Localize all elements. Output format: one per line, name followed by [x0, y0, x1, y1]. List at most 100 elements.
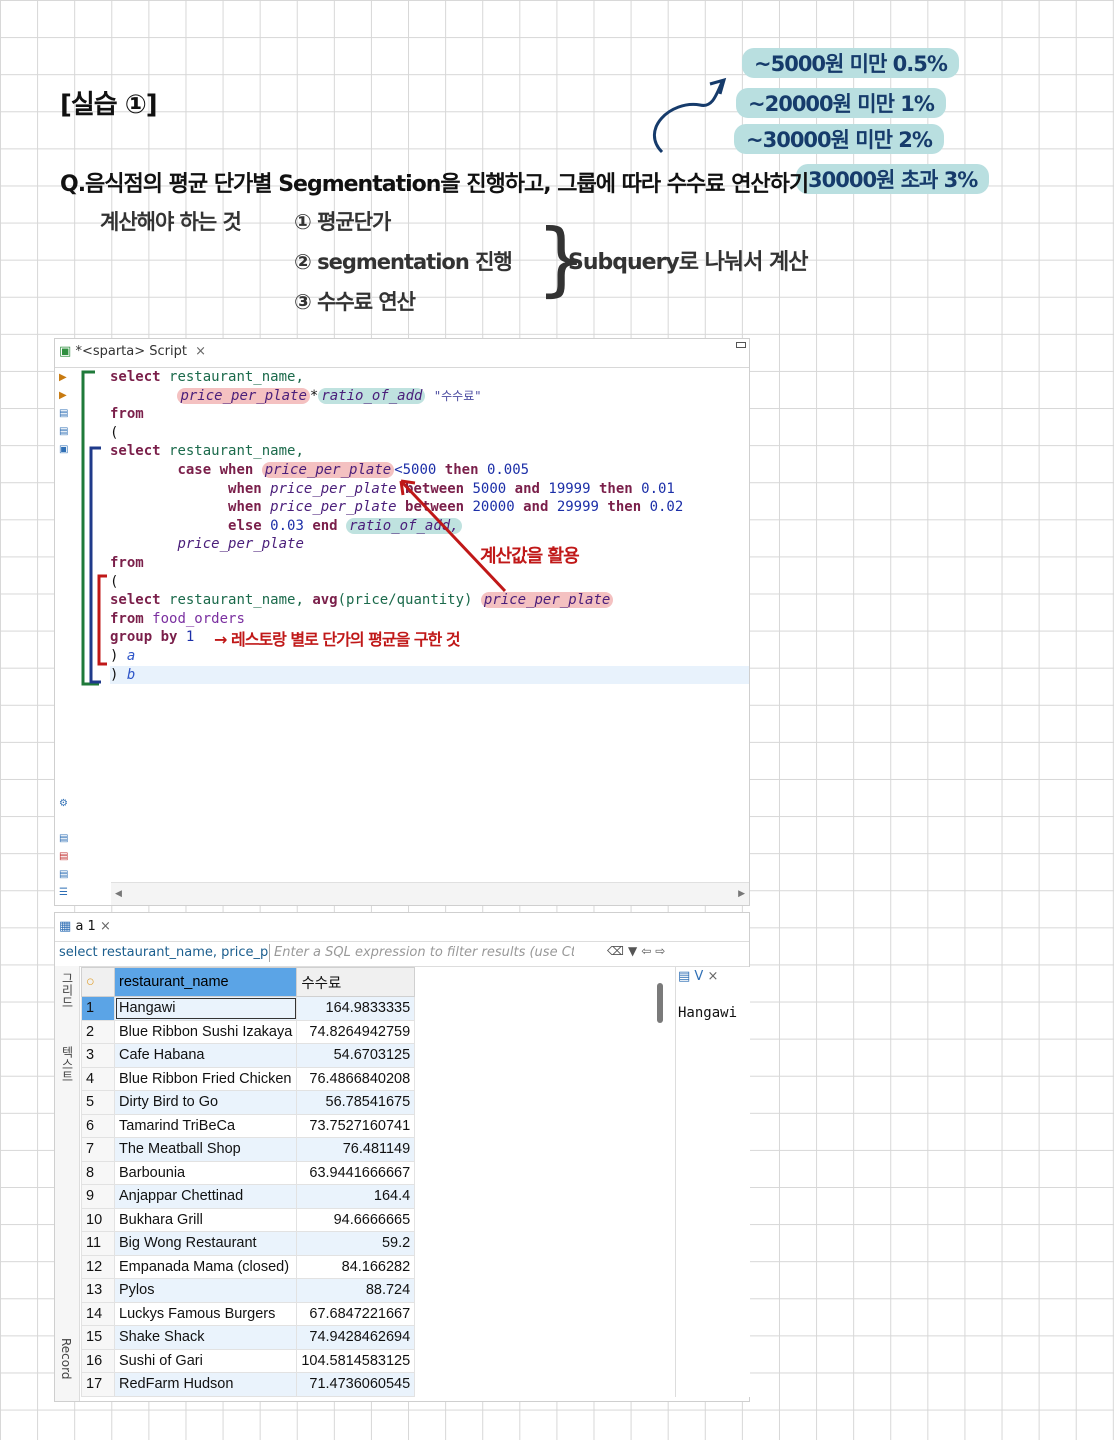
cell-fee[interactable]: 67.6847221667 [296, 1301, 416, 1326]
cell-fee[interactable]: 63.9441666667 [296, 1160, 416, 1185]
row-number[interactable]: 8 [81, 1160, 115, 1185]
cell-fee[interactable]: 74.9428462694 [296, 1325, 416, 1350]
cell-restaurant-name[interactable]: Hangawi [113, 996, 298, 1021]
row-number[interactable]: 6 [81, 1113, 115, 1138]
cell-restaurant-name[interactable]: Sushi of Gari [113, 1348, 298, 1373]
cell-restaurant-name[interactable]: Big Wong Restaurant [113, 1231, 298, 1256]
cell-fee[interactable]: 76.481149 [296, 1137, 416, 1162]
table-row[interactable]: 5 Dirty Bird to Go 56.78541675 [81, 1090, 416, 1115]
cell-fee[interactable]: 54.6703125 [296, 1043, 416, 1068]
minimize-button[interactable] [736, 342, 746, 348]
cell-restaurant-name[interactable]: Barbounia [113, 1160, 298, 1185]
table-row[interactable]: 9 Anjappar Chettinad 164.4 [81, 1184, 416, 1209]
output-icon[interactable]: ▣ [59, 444, 69, 455]
cell-restaurant-name[interactable]: Bukhara Grill [113, 1207, 298, 1232]
row-number[interactable]: 11 [81, 1231, 115, 1256]
row-number[interactable]: 7 [81, 1137, 115, 1162]
table-row[interactable]: 6 Tamarind TriBeCa 73.7527160741 [81, 1113, 416, 1138]
run-icon[interactable]: ▶ [59, 372, 69, 383]
column-header-fee[interactable]: 수수료 [296, 967, 416, 997]
table-row[interactable]: 13 Pylos 88.724 [81, 1278, 416, 1303]
row-number[interactable]: 5 [81, 1090, 115, 1115]
row-number[interactable]: 15 [81, 1325, 115, 1350]
cell-fee[interactable]: 74.8264942759 [296, 1019, 416, 1044]
cell-fee[interactable]: 164.9833335 [296, 996, 416, 1021]
table-row[interactable]: 16 Sushi of Gari 104.5814583125 [81, 1348, 416, 1373]
table-row[interactable]: 1 Hangawi 164.9833335 [81, 996, 416, 1021]
save-icon[interactable]: ▤ [59, 851, 69, 862]
table-row[interactable]: 2 Blue Ribbon Sushi Izakaya 74.8264942759 [81, 1019, 416, 1044]
tab-script[interactable]: ▣ *<sparta> Script × [59, 344, 206, 359]
cell-fee[interactable]: 88.724 [296, 1278, 416, 1303]
cell-fee[interactable]: 73.7527160741 [296, 1113, 416, 1138]
filter-icon[interactable]: ▼ [628, 944, 641, 958]
cell-restaurant-name[interactable]: Dirty Bird to Go [113, 1090, 298, 1115]
cell-fee[interactable]: 76.4866840208 [296, 1066, 416, 1091]
text-view-tab[interactable]: 텍스트 [59, 1046, 76, 1082]
cell-restaurant-name[interactable]: Anjappar Chettinad [113, 1184, 298, 1209]
table-row[interactable]: 11 Big Wong Restaurant 59.2 [81, 1231, 416, 1256]
cell-fee[interactable]: 56.78541675 [296, 1090, 416, 1115]
cell-fee[interactable]: 84.166282 [296, 1254, 416, 1279]
cell-restaurant-name[interactable]: Pylos [113, 1278, 298, 1303]
row-number[interactable]: 16 [81, 1348, 115, 1373]
filter-input[interactable]: Enter a SQL expression to filter results… [274, 945, 574, 960]
row-number[interactable]: 14 [81, 1301, 115, 1326]
settings-icon[interactable]: ⚙ [59, 798, 69, 809]
cell-fee[interactable]: 94.6666665 [296, 1207, 416, 1232]
scroll-left-icon[interactable]: ◀ [115, 889, 122, 899]
table-row[interactable]: 14 Luckys Famous Burgers 67.6847221667 [81, 1301, 416, 1326]
cell-restaurant-name[interactable]: RedFarm Hudson [113, 1372, 298, 1397]
table-row[interactable]: 4 Blue Ribbon Fried Chicken 76.4866840208 [81, 1066, 416, 1091]
scroll-right-icon[interactable]: ▶ [738, 889, 745, 899]
editor-tab-bar: ▣ *<sparta> Script × [55, 339, 749, 368]
explain-icon[interactable]: ▤ [59, 408, 69, 419]
cell-restaurant-name[interactable]: The Meatball Shop [113, 1137, 298, 1162]
tab-results[interactable]: ▦ a 1 × [59, 919, 111, 934]
back-icon[interactable]: ⇦ [641, 944, 655, 958]
horizontal-scrollbar[interactable]: ◀ ▶ [111, 882, 749, 905]
cell-restaurant-name[interactable]: Empanada Mama (closed) [113, 1254, 298, 1279]
cell-fee[interactable]: 59.2 [296, 1231, 416, 1256]
cell-fee[interactable]: 71.4736060545 [296, 1372, 416, 1397]
cell-restaurant-name[interactable]: Shake Shack [113, 1325, 298, 1350]
cell-fee[interactable]: 104.5814583125 [296, 1348, 416, 1373]
record-view-tab[interactable]: Record [59, 1338, 73, 1379]
row-number[interactable]: 13 [81, 1278, 115, 1303]
table-row[interactable]: 12 Empanada Mama (closed) 84.166282 [81, 1254, 416, 1279]
column-header-restaurant-name[interactable]: restaurant_name [113, 967, 298, 997]
run-script-icon[interactable]: ▶ [59, 390, 69, 401]
sql-editor[interactable]: ▣ *<sparta> Script × ▶ ▶ ▤ ▤ ▣ ⚙ ▤ ▤ ▤ ☰… [54, 338, 750, 906]
outline-icon[interactable]: ☰ [59, 887, 69, 898]
row-number[interactable]: 4 [81, 1066, 115, 1091]
close-icon[interactable]: × [195, 344, 206, 359]
cell-restaurant-name[interactable]: Blue Ribbon Sushi Izakaya [113, 1019, 298, 1044]
history-icon[interactable]: ▤ [59, 426, 69, 437]
format-icon[interactable]: ▤ [59, 869, 69, 880]
row-number[interactable]: 2 [81, 1019, 115, 1044]
table-row[interactable]: 8 Barbounia 63.9441666667 [81, 1160, 416, 1185]
cell-restaurant-name[interactable]: Luckys Famous Burgers [113, 1301, 298, 1326]
grid-view-tab[interactable]: 그리드 [59, 972, 76, 1008]
row-number[interactable]: 12 [81, 1254, 115, 1279]
row-number[interactable]: 3 [81, 1043, 115, 1068]
row-number[interactable]: 10 [81, 1207, 115, 1232]
export-icon[interactable]: ▤ [59, 833, 69, 844]
table-row[interactable]: 3 Cafe Habana 54.6703125 [81, 1043, 416, 1068]
table-row[interactable]: 7 The Meatball Shop 76.481149 [81, 1137, 416, 1162]
row-number[interactable]: 1 [81, 996, 115, 1021]
vertical-scrollbar[interactable] [657, 983, 663, 1023]
eraser-icon[interactable]: ⌫ [607, 944, 628, 958]
table-row[interactable]: 17 RedFarm Hudson 71.4736060545 [81, 1372, 416, 1397]
cell-restaurant-name[interactable]: Tamarind TriBeCa [113, 1113, 298, 1138]
close-icon[interactable]: × [100, 919, 111, 934]
cell-restaurant-name[interactable]: Cafe Habana [113, 1043, 298, 1068]
row-number[interactable]: 17 [81, 1372, 115, 1397]
cell-fee[interactable]: 164.4 [296, 1184, 416, 1209]
close-icon[interactable]: × [707, 969, 718, 984]
cell-restaurant-name[interactable]: Blue Ribbon Fried Chicken [113, 1066, 298, 1091]
row-number[interactable]: 9 [81, 1184, 115, 1209]
table-row[interactable]: 10 Bukhara Grill 94.6666665 [81, 1207, 416, 1232]
table-row[interactable]: 15 Shake Shack 74.9428462694 [81, 1325, 416, 1350]
forward-icon[interactable]: ⇨ [655, 944, 669, 958]
